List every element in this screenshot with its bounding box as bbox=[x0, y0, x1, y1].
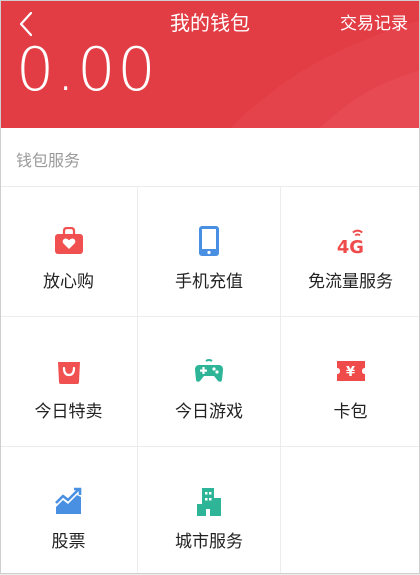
coupon-icon: ¥ bbox=[335, 355, 367, 387]
service-label: 免流量服务 bbox=[308, 272, 393, 292]
shopping-bag-heart-icon bbox=[53, 225, 85, 257]
service-label: 今日特卖 bbox=[34, 402, 103, 422]
service-label: 城市服务 bbox=[175, 532, 243, 552]
balance-amount: 0.00 bbox=[16, 35, 158, 105]
shopping-bag-icon bbox=[53, 355, 85, 387]
service-label: 手机充值 bbox=[175, 272, 243, 292]
service-fangxingou[interactable]: 放心购 bbox=[0, 187, 138, 317]
svg-text:¥: ¥ bbox=[346, 365, 355, 380]
service-daily-game[interactable]: 今日游戏 bbox=[138, 317, 281, 447]
service-label: 放心购 bbox=[43, 272, 94, 292]
service-stocks[interactable]: 股票 bbox=[0, 447, 138, 575]
service-free-data[interactable]: 4G 免流量服务 bbox=[281, 187, 420, 317]
svg-text:4G: 4G bbox=[336, 237, 363, 257]
service-city[interactable]: 城市服务 bbox=[138, 447, 281, 575]
service-phone-recharge[interactable]: 手机充值 bbox=[138, 187, 281, 317]
services-grid: 放心购 手机充值 4G 免流量服务 今日特卖 今日游戏 ¥ 卡包 股票 城市服务 bbox=[0, 186, 420, 575]
gamepad-icon bbox=[193, 355, 225, 387]
mobile-phone-icon bbox=[193, 225, 225, 257]
4g-icon: 4G bbox=[335, 225, 367, 257]
service-label: 卡包 bbox=[333, 402, 368, 422]
stock-chart-icon bbox=[53, 485, 85, 517]
service-label: 股票 bbox=[51, 532, 86, 552]
wallet-header: 我的钱包 交易记录 0.00 bbox=[0, 0, 420, 128]
wallet-services-title: 钱包服务 bbox=[16, 151, 81, 170]
service-card-wallet[interactable]: ¥ 卡包 bbox=[281, 317, 420, 447]
transaction-records-link[interactable]: 交易记录 bbox=[340, 10, 408, 38]
city-buildings-icon bbox=[193, 485, 225, 517]
service-daily-sale[interactable]: 今日特卖 bbox=[0, 317, 138, 447]
empty-cell bbox=[281, 447, 420, 575]
service-label: 今日游戏 bbox=[175, 402, 243, 422]
